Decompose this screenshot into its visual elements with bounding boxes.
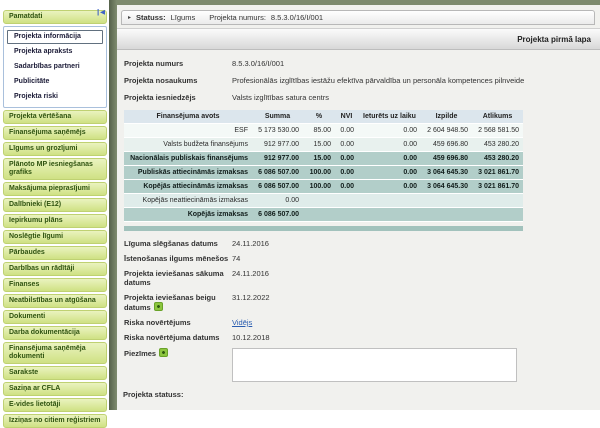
finance-table-footer-strip	[124, 226, 523, 231]
field-piezimes: Piezīmes	[124, 348, 592, 384]
sidebar-item-finansejuma-sanemejs[interactable]: Finansējuma saņēmējs	[3, 126, 107, 140]
table-row: Kopējās neattiecināmās izmaksas0.00	[124, 194, 523, 208]
sidebar-item-projekta-apraksts[interactable]: Projekta apraksts	[7, 45, 103, 59]
sidebar-item-dalibnieki-e12[interactable]: Dalībnieki (E12)	[3, 198, 107, 212]
sidebar-item-ligums-un-grozijumi[interactable]: Līgums un grozījumi	[3, 142, 107, 156]
col-header: NVI	[335, 110, 358, 124]
field-label: Projekta nosaukums	[124, 76, 232, 85]
field-label: Projekta numurs	[124, 59, 232, 68]
sidebar-item-noslegtie-ligumi[interactable]: Noslēgtie līgumi	[3, 230, 107, 244]
info-icon[interactable]	[159, 348, 168, 357]
project-number-label: Projekta numurs:	[209, 13, 266, 22]
sidebar-divider	[109, 0, 117, 410]
field-riska-novertejuma-datums: Riska novērtējuma datums 10.12.2018	[124, 333, 592, 342]
sidebar: ❙◀ Pamatdati Projekta informācija Projek…	[0, 0, 109, 410]
sidebar-item-projekta-riski[interactable]: Projekta riski	[7, 90, 103, 104]
field-projekta-iesniedzejs: Projekta iesniedzējs Valsts izglītības s…	[124, 93, 592, 102]
field-istenosanas-ilgums: Īstenošanas ilgums mēnešos 74	[124, 254, 592, 263]
sidebar-item-publicitate[interactable]: Publicitāte	[7, 75, 103, 89]
sidebar-group-pamatdati[interactable]: Pamatdati	[3, 10, 107, 24]
sidebar-subpanel: Projekta informācija Projekta apraksts S…	[3, 26, 107, 108]
project-status-label: Projekta statuss:	[123, 390, 592, 399]
page-title: Projekta pirmā lapa	[517, 35, 591, 44]
field-value: 8.5.3.0/16/I/001	[232, 59, 592, 68]
main-panel: ▸ Statuss: Līgums Projekta numurs: 8.5.3…	[117, 0, 600, 410]
table-row: Publiskās attiecināmās izmaksas6 086 507…	[124, 166, 523, 180]
sidebar-item-iepirkumu-plans[interactable]: Iepirkumu plāns	[3, 214, 107, 228]
riska-novertejums-link[interactable]: Vidējs	[232, 318, 252, 327]
page: ❙◀ Pamatdati Projekta informācija Projek…	[0, 0, 600, 410]
field-ieviesanas-beigu-datums: Projekta ieviešanas beigu datums 31.12.2…	[124, 293, 592, 312]
sidebar-item-projekta-informacija[interactable]: Projekta informācija	[7, 30, 103, 44]
sidebar-item-sazina-ar-cfla[interactable]: Saziņa ar CFLA	[3, 382, 107, 396]
field-label: Projekta iesniedzējs	[124, 93, 232, 102]
table-row: ESF5 173 530.0085.000.000.002 604 948.50…	[124, 124, 523, 138]
finance-table-header: Finansējuma avots Summa % NVI Ieturēts u…	[124, 110, 523, 124]
col-header: %	[303, 110, 335, 124]
sidebar-item-sadarbibas-partneri[interactable]: Sadarbības partneri	[7, 60, 103, 74]
col-header: Summa	[252, 110, 303, 124]
sidebar-item-projekta-vertesana[interactable]: Projekta vērtēšana	[3, 110, 107, 124]
sidebar-item-maksajuma-pieprasijumi[interactable]: Maksājuma pieprasījumi	[3, 182, 107, 196]
expand-status-icon[interactable]: ▸	[128, 14, 131, 21]
table-row: Kopējās attiecināmās izmaksas6 086 507.0…	[124, 180, 523, 194]
status-label: Statuss:	[136, 13, 166, 22]
field-value: Valsts izglītības satura centrs	[232, 93, 592, 102]
field-liguma-slegsanas-datums: Līguma slēgšanas datums 24.11.2016	[124, 239, 592, 248]
status-value: Līgums	[171, 13, 196, 22]
finance-table: Finansējuma avots Summa % NVI Ieturēts u…	[124, 110, 523, 222]
sidebar-item-izzinas-no-citiem-registriem[interactable]: Izziņas no citiem reģistriem	[3, 414, 107, 428]
sidebar-item-parbaudes[interactable]: Pārbaudes	[3, 246, 107, 260]
collapse-sidebar-icon[interactable]: ❙◀	[96, 9, 104, 16]
sidebar-item-dokumenti[interactable]: Dokumenti	[3, 310, 107, 324]
col-header: Atlikums	[472, 110, 523, 124]
table-row: Nacionālais publiskais finansējums912 97…	[124, 152, 523, 166]
table-row: Valsts budžeta finansējums912 977.0015.0…	[124, 138, 523, 152]
field-riska-novertejums: Riska novērtējums Vidējs	[124, 318, 592, 327]
sidebar-item-fs-dokumenti[interactable]: Finansējuma saņēmēja dokumenti	[3, 342, 107, 364]
field-value: Profesionālās izglītības iestāžu efektīv…	[232, 76, 592, 85]
col-header: Finansējuma avots	[124, 110, 252, 124]
info-icon[interactable]	[154, 302, 163, 311]
sidebar-item-finanses[interactable]: Finanses	[3, 278, 107, 292]
field-projekta-numurs: Projekta numurs 8.5.3.0/16/I/001	[124, 59, 592, 68]
col-header: Ieturēts uz laiku	[358, 110, 421, 124]
field-ieviesanas-sakuma-datums: Projekta ieviešanas sākuma datums 24.11.…	[124, 269, 592, 287]
status-bar: ▸ Statuss: Līgums Projekta numurs: 8.5.3…	[121, 10, 595, 25]
table-row: Kopējās izmaksas6 086 507.00	[124, 208, 523, 222]
content: Projekta numurs 8.5.3.0/16/I/001 Projekt…	[117, 50, 600, 399]
sidebar-item-darbibas-un-raditaji[interactable]: Darbības un rādītāji	[3, 262, 107, 276]
details-section: Līguma slēgšanas datums 24.11.2016 Īsten…	[124, 239, 592, 399]
sidebar-item-darba-dokumentacija[interactable]: Darba dokumentācija	[3, 326, 107, 340]
sidebar-item-neatbilstibas-un-atgusana[interactable]: Neatbilstības un atgūšana	[3, 294, 107, 308]
notes-textarea[interactable]	[232, 348, 517, 382]
project-number-value: 8.5.3.0/16/I/001	[271, 13, 323, 22]
field-projekta-nosaukums: Projekta nosaukums Profesionālās izglītī…	[124, 76, 592, 85]
col-header: Izpilde	[421, 110, 472, 124]
sidebar-item-planoto-mp-grafiks[interactable]: Plānoto MP iesniegšanas grafiks	[3, 158, 107, 180]
sidebar-item-sarakste[interactable]: Sarakste	[3, 366, 107, 380]
sidebar-collapse-bar: ❙◀	[3, 1, 107, 10]
top-frame-strip	[117, 0, 600, 5]
page-title-bar: Projekta pirmā lapa	[117, 28, 600, 50]
